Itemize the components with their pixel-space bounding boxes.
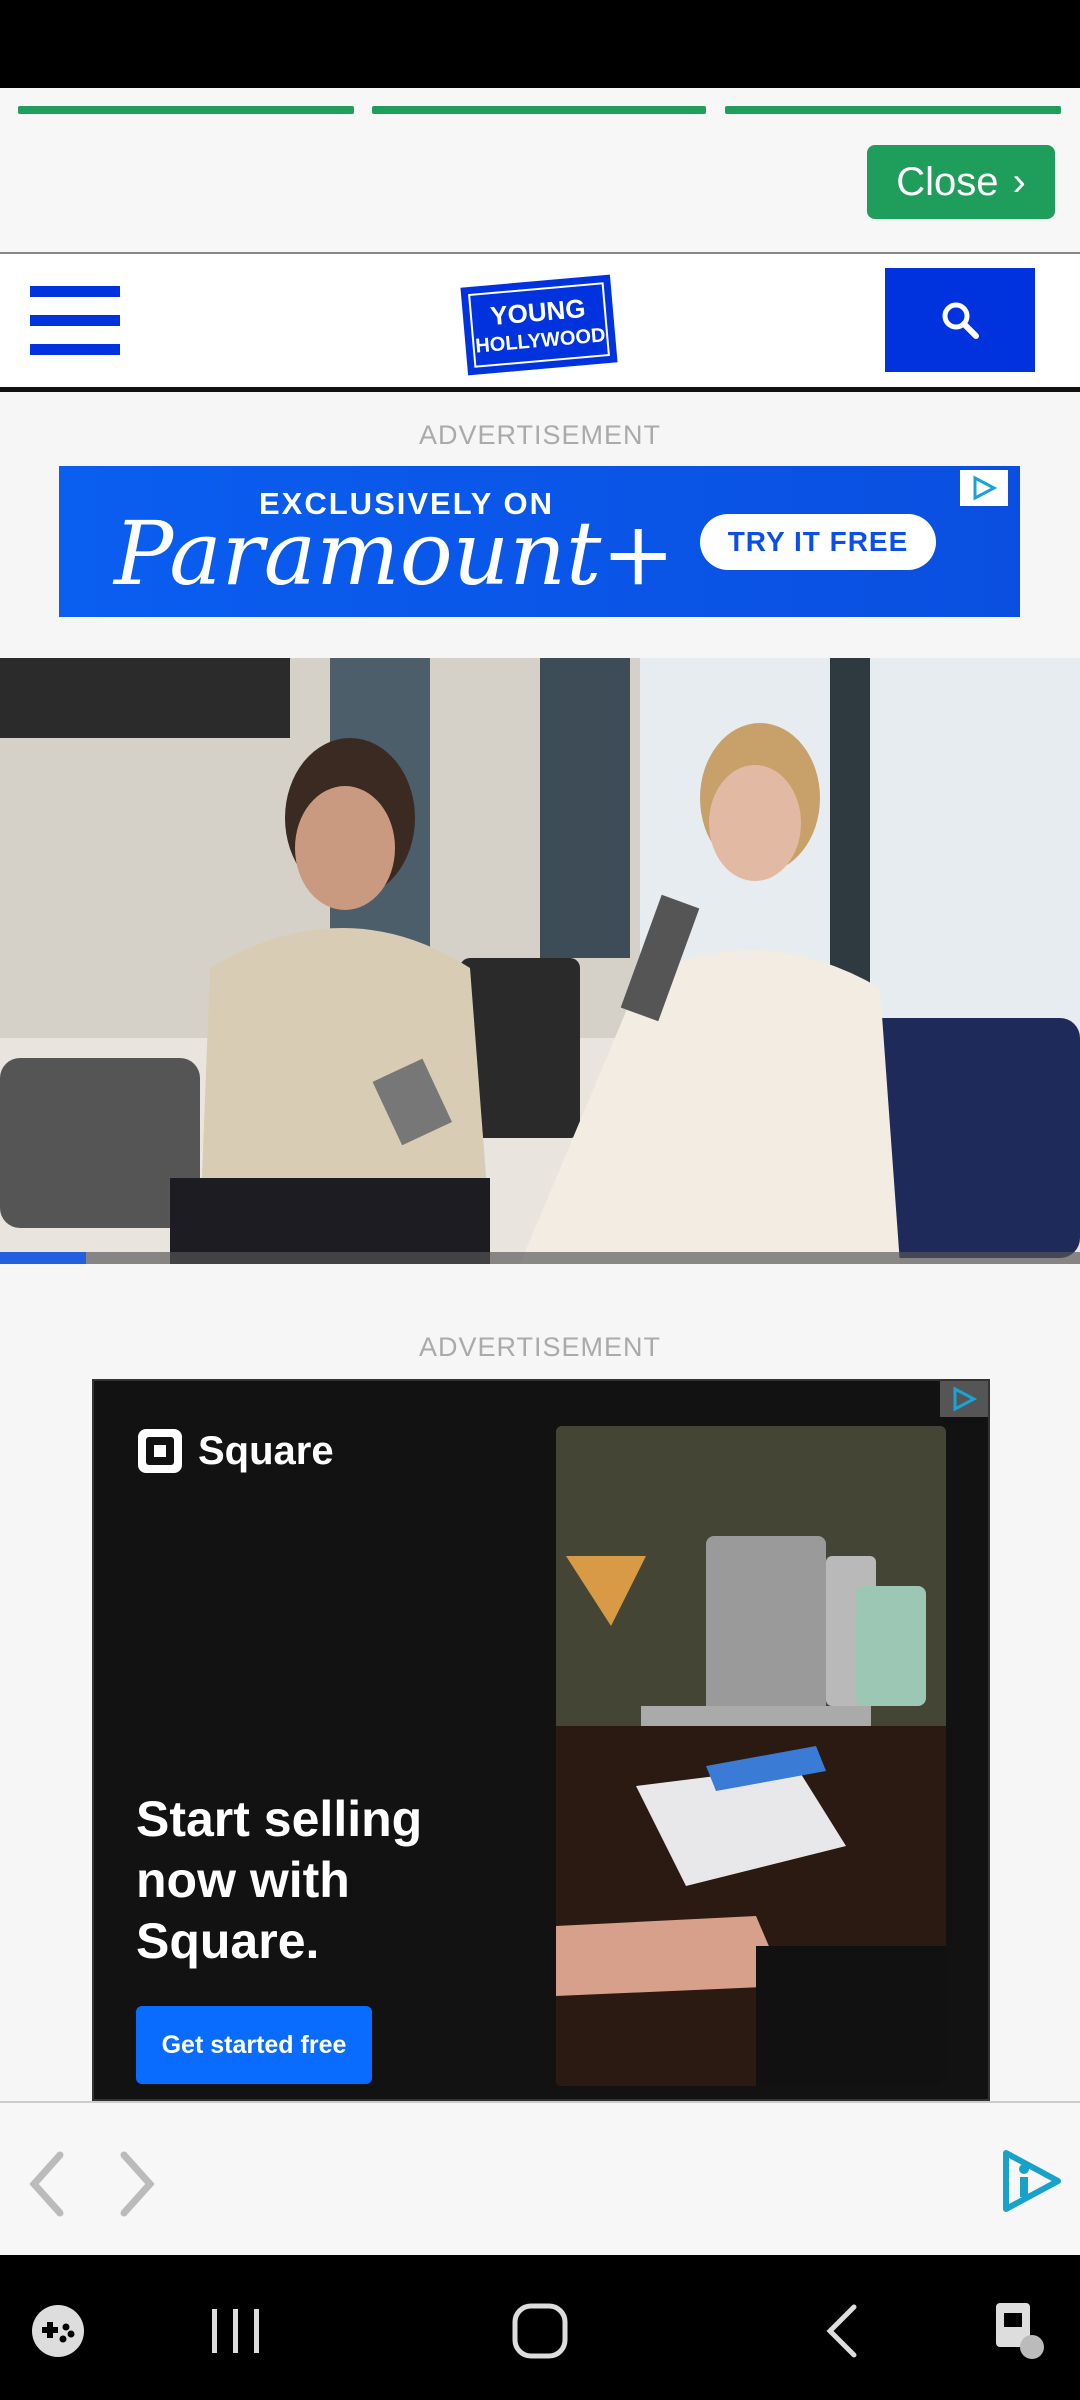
- try-it-free-button[interactable]: TRY IT FREE: [700, 514, 936, 570]
- ad-headline: Start selling now with Square.: [136, 1791, 423, 1969]
- menu-icon-bar: [30, 344, 120, 355]
- close-label: Close: [896, 159, 999, 204]
- site-header: YOUNG HOLLYWOOD: [0, 252, 1080, 392]
- game-tools-icon[interactable]: [30, 2303, 86, 2359]
- ad-brand: Paramount+: [114, 502, 676, 605]
- story-progress-segment: [18, 106, 354, 114]
- paramount-ad-banner[interactable]: EXCLUSIVELY ON Paramount+ TRY IT FREE: [59, 466, 1020, 617]
- video-frame: [0, 658, 1080, 1264]
- story-overlay-bar: Close ›: [0, 88, 1080, 252]
- status-bar: [0, 0, 1080, 88]
- square-logo: Square: [136, 1427, 334, 1475]
- menu-icon-bar: [30, 315, 120, 326]
- story-navigation: [0, 2101, 1080, 2255]
- square-ad[interactable]: Square Start selling now with Square. Ge…: [92, 1379, 990, 2101]
- get-started-free-button[interactable]: Get started free: [136, 2006, 372, 2084]
- menu-button[interactable]: [30, 286, 120, 356]
- accessibility-icon[interactable]: [990, 2299, 1050, 2363]
- video-player[interactable]: [0, 658, 1080, 1264]
- video-progress-fill: [0, 1252, 87, 1264]
- menu-icon: [30, 286, 120, 297]
- site-logo[interactable]: YOUNG HOLLYWOOD: [458, 269, 620, 381]
- square-ad-photo: [556, 1426, 946, 2086]
- chevron-right-icon: ›: [1012, 160, 1026, 204]
- back-arrow-icon[interactable]: [22, 2149, 72, 2219]
- back-icon[interactable]: [820, 2301, 864, 2361]
- advertisement-label: ADVERTISEMENT: [418, 420, 662, 450]
- recent-apps-icon[interactable]: [206, 2303, 266, 2359]
- forward-arrow-icon[interactable]: [112, 2149, 162, 2219]
- video-progress-bar[interactable]: [0, 1252, 1080, 1264]
- system-navigation-bar: [0, 2255, 1080, 2400]
- advertisement-label: ADVERTISEMENT: [418, 1332, 662, 1362]
- close-button[interactable]: Close ›: [867, 145, 1055, 219]
- search-icon: [942, 302, 979, 339]
- square-logo-icon: [138, 1429, 182, 1473]
- story-progress-segment: [725, 106, 1061, 114]
- square-brand-label: Square: [198, 1428, 334, 1473]
- story-progress-segment: [372, 106, 706, 114]
- search-button[interactable]: [885, 268, 1035, 372]
- home-icon[interactable]: [510, 2301, 570, 2361]
- adchoices-icon[interactable]: [940, 1381, 988, 1417]
- adchoices-icon[interactable]: [960, 470, 1008, 506]
- app-logo-icon[interactable]: [998, 2147, 1066, 2215]
